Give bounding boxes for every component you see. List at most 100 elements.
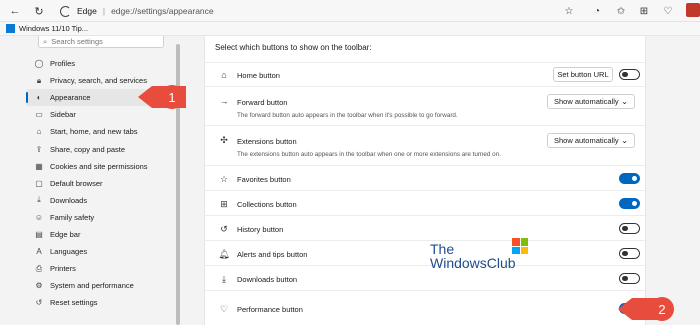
add-favorite-icon[interactable]: ☆	[562, 4, 576, 18]
row-description: The forward button auto appears in the t…	[237, 112, 458, 119]
sidebar-item-system-and-performance[interactable]: ⚙ System and performance	[26, 277, 176, 294]
sidebar-item-label: System and performance	[50, 281, 134, 291]
star-icon: ☆	[219, 173, 229, 184]
row-label: Performance button	[237, 305, 303, 314]
arrow-right-icon: →	[219, 96, 229, 106]
forward-button-select[interactable]: Show automatically ⌄	[547, 94, 635, 109]
chevron-down-icon: ⌄	[621, 97, 628, 106]
profile-avatar-icon[interactable]	[686, 3, 700, 17]
sidebar-item-label: Edge bar	[50, 229, 81, 239]
sidebar-item-label: Sidebar	[50, 110, 76, 120]
bell-icon: 🔔︎	[218, 248, 230, 259]
download-icon: ⤓	[37, 195, 41, 205]
settings-sidebar: ⌕ Search settings ◯ Profiles 🔒︎ Privacy, se…	[0, 36, 182, 325]
watermark-line1: The	[430, 241, 455, 257]
sidebar-item-label: Reset settings	[50, 298, 98, 308]
lock-icon: 🔒︎	[36, 75, 42, 85]
sidebar-item-label: Start, home, and new tabs	[50, 127, 138, 137]
search-icon: ⌕	[43, 36, 48, 46]
extensions-button-row: ✣ Extensions button The extensions butto…	[205, 125, 647, 165]
home-button-row: ⌂ Home button Set button URL	[205, 62, 647, 86]
row-description: The extensions button auto appears in th…	[237, 151, 501, 158]
sidebar-item-profiles[interactable]: ◯ Profiles	[26, 55, 176, 72]
favorite-label: Windows 11/10 Tip...	[19, 24, 89, 33]
favorite-item[interactable]: Windows 11/10 Tip...	[6, 24, 88, 33]
language-icon: A	[36, 247, 42, 257]
profile-icon: ◯	[34, 59, 44, 69]
favorites-icon[interactable]: ✩	[614, 4, 628, 18]
row-label: History button	[237, 225, 284, 234]
download-icon: ⤓	[222, 273, 226, 284]
site-name: Edge	[77, 6, 97, 16]
sidebar-item-reset-settings[interactable]: ↺ Reset settings	[26, 294, 176, 311]
sidebar-item-edge-bar[interactable]: ▤ Edge bar	[26, 226, 176, 243]
sidebar-item-label: Profiles	[50, 59, 76, 69]
refresh-icon[interactable]: ↻	[32, 4, 46, 18]
browser-icon: ▢	[35, 178, 43, 188]
collections-button-row: ⊞ Collections button	[205, 190, 647, 215]
sidebar-item-languages[interactable]: A Languages	[26, 243, 176, 260]
sidebar-item-downloads[interactable]: ⤓ Downloads	[26, 192, 176, 209]
browser-toolbar: ← ↻ Edge | edge://settings/appearance ☆ …	[0, 0, 700, 22]
appearance-icon: ◐	[36, 93, 42, 103]
home-button-toggle[interactable]	[619, 69, 640, 80]
row-label: Forward button	[237, 98, 288, 107]
sidebar-item-label: Printers	[50, 264, 76, 274]
favorites-bar: Windows 11/10 Tip...	[0, 22, 700, 36]
reset-icon: ↺	[35, 298, 43, 308]
row-label: Alerts and tips button	[237, 250, 308, 259]
family-icon: ☺	[34, 212, 44, 222]
toolbar-settings-card: Select which buttons to show on the tool…	[204, 36, 647, 325]
share-icon: ⇪	[35, 144, 43, 154]
cookie-icon: ▦	[35, 161, 43, 171]
row-label: Downloads button	[237, 275, 298, 284]
sidebar-item-share-copy-and-paste[interactable]: ⇪ Share, copy and paste	[26, 140, 176, 157]
forward-button-row: → Forward button The forward button auto…	[205, 86, 647, 125]
url-text[interactable]: edge://settings/appearance	[111, 6, 214, 16]
puzzle-icon: ✣	[220, 134, 228, 145]
sidebar-icon: ▭	[35, 110, 43, 120]
heartbeat-icon: ♡	[219, 303, 229, 314]
collections-icon[interactable]: ⊞	[637, 4, 651, 18]
address-bar[interactable]: Edge | edge://settings/appearance	[60, 3, 214, 19]
watermark-line2: WindowsClub	[430, 255, 516, 271]
sidebar-item-cookies-and-site-permissions[interactable]: ▦ Cookies and site permissions	[26, 158, 176, 175]
sidebar-item-label: Appearance	[50, 93, 91, 103]
sidebar-item-label: Privacy, search, and services	[50, 76, 147, 86]
settings-main: Select which buttons to show on the tool…	[182, 36, 700, 325]
collections-button-toggle[interactable]	[619, 198, 640, 209]
select-value: Show automatically	[554, 97, 619, 106]
alerts-button-toggle[interactable]	[619, 248, 640, 259]
performance-toolbar-icon[interactable]: ◔	[590, 4, 604, 18]
history-button-toggle[interactable]	[619, 223, 640, 234]
history-icon: ↺	[220, 223, 228, 234]
sidebar-item-label: Family safety	[50, 212, 95, 222]
row-label: Home button	[237, 71, 280, 80]
sidebar-item-default-browser[interactable]: ▢ Default browser	[26, 175, 176, 192]
callout-2-badge: 2	[650, 297, 674, 321]
extensions-button-select[interactable]: Show automatically ⌄	[547, 133, 635, 148]
set-button-url-button[interactable]: Set button URL	[553, 67, 613, 82]
sidebar-item-label: Share, copy and paste	[50, 144, 126, 154]
windows-logo-icon	[6, 24, 15, 33]
performance-button-row: ♡ Performance button	[205, 290, 647, 325]
row-label: Collections button	[237, 200, 297, 209]
sidebar-item-start-home-and-new-tabs[interactable]: ⌂ Start, home, and new tabs	[26, 123, 176, 140]
downloads-button-toggle[interactable]	[619, 273, 640, 284]
favorites-button-toggle[interactable]	[619, 173, 640, 184]
alerts-button-row: 🔔︎ Alerts and tips button	[205, 240, 647, 265]
sidebar-item-printers[interactable]: ⎙ Printers	[26, 260, 176, 277]
browser-essentials-icon[interactable]: ♡	[661, 4, 675, 18]
sidebar-item-family-safety[interactable]: ☺ Family safety	[26, 209, 176, 226]
collections-icon: ⊞	[220, 198, 228, 209]
search-placeholder: Search settings	[51, 37, 103, 46]
sidebar-item-label: Default browser	[50, 178, 103, 188]
sidebar-item-label: Languages	[50, 247, 88, 257]
sidebar-item-label: Downloads	[50, 195, 88, 205]
search-settings-input[interactable]: ⌕ Search settings	[38, 36, 164, 48]
watermark-logo-icon	[512, 238, 528, 254]
edge-logo-icon	[60, 5, 71, 17]
back-icon[interactable]: ←	[8, 4, 22, 18]
printer-icon: ⎙	[35, 263, 43, 273]
row-label: Extensions button	[237, 137, 297, 146]
